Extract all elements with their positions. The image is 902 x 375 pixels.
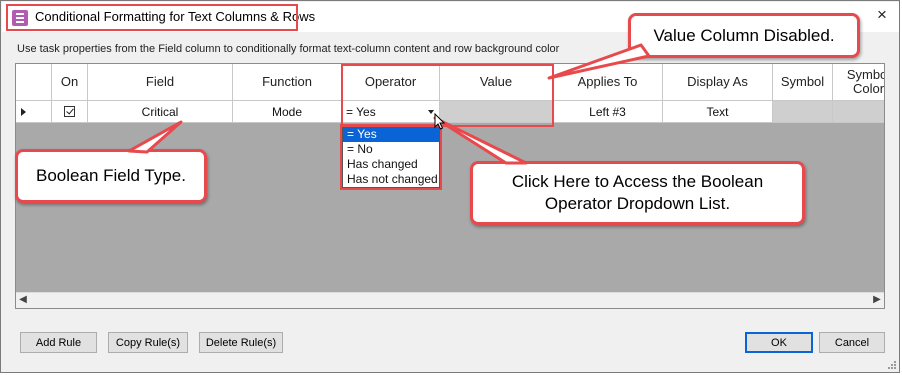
column-header-field[interactable]: Field bbox=[88, 64, 233, 101]
option-has-changed[interactable]: Has changed bbox=[343, 157, 439, 172]
option-equals-yes[interactable]: = Yes bbox=[343, 127, 439, 142]
horizontal-scrollbar[interactable]: ◀ ▶ bbox=[16, 292, 884, 308]
cancel-button[interactable]: Cancel bbox=[819, 332, 885, 353]
add-rule-button[interactable]: Add Rule bbox=[20, 332, 97, 353]
ok-button[interactable]: OK bbox=[745, 332, 813, 353]
column-header-symbol-color[interactable]: Symbol Color bbox=[833, 64, 884, 101]
column-header-on[interactable]: On bbox=[52, 64, 88, 101]
scroll-left-icon[interactable]: ◀ bbox=[16, 294, 30, 305]
cell-field[interactable]: Critical bbox=[88, 101, 233, 123]
column-header-symbol[interactable]: Symbol bbox=[773, 64, 833, 101]
cell-display-as[interactable]: Text bbox=[663, 101, 773, 123]
checkbox-checked-icon[interactable] bbox=[64, 106, 75, 117]
callout-operator-help: Click Here to Access the Boolean Operato… bbox=[470, 161, 805, 225]
cell-operator-select[interactable]: = Yes bbox=[342, 101, 440, 123]
copy-rules-button[interactable]: Copy Rule(s) bbox=[108, 332, 188, 353]
operator-dropdown-list[interactable]: = Yes = No Has changed Has not changed bbox=[342, 126, 440, 188]
cell-value-disabled bbox=[440, 101, 553, 123]
description-text: Use task properties from the Field colum… bbox=[17, 43, 560, 55]
window-title: Conditional Formatting for Text Columns … bbox=[35, 9, 316, 24]
row-pointer-icon bbox=[21, 107, 26, 116]
close-icon[interactable]: × bbox=[877, 5, 887, 25]
row-selector[interactable] bbox=[16, 101, 52, 123]
option-has-not-changed[interactable]: Has not changed bbox=[343, 172, 439, 187]
app-icon bbox=[12, 10, 28, 26]
scroll-right-icon[interactable]: ▶ bbox=[870, 294, 884, 305]
callout-boolean-field: Boolean Field Type. bbox=[15, 149, 207, 203]
delete-rules-button[interactable]: Delete Rule(s) bbox=[199, 332, 283, 353]
column-header-function[interactable]: Function bbox=[233, 64, 342, 101]
cell-symbol bbox=[773, 101, 833, 123]
column-header-display-as[interactable]: Display As bbox=[663, 64, 773, 101]
conditional-formatting-dialog: Conditional Formatting for Text Columns … bbox=[0, 0, 900, 373]
option-equals-no[interactable]: = No bbox=[343, 142, 439, 157]
column-header-value[interactable]: Value bbox=[440, 64, 553, 101]
cell-applies-to[interactable]: Left #3 bbox=[553, 101, 663, 123]
resize-grip-icon[interactable] bbox=[886, 359, 896, 369]
column-header-applies-to[interactable]: Applies To bbox=[553, 64, 663, 101]
column-header-operator[interactable]: Operator bbox=[342, 64, 440, 101]
row-header-corner bbox=[16, 64, 52, 101]
cell-on[interactable] bbox=[52, 101, 88, 123]
callout-value-disabled: Value Column Disabled. bbox=[628, 13, 860, 58]
mouse-pointer-icon bbox=[434, 113, 446, 130]
cell-symbol-color bbox=[833, 101, 884, 123]
operator-selected-value: = Yes bbox=[346, 104, 376, 119]
cell-function[interactable]: Mode bbox=[233, 101, 342, 123]
